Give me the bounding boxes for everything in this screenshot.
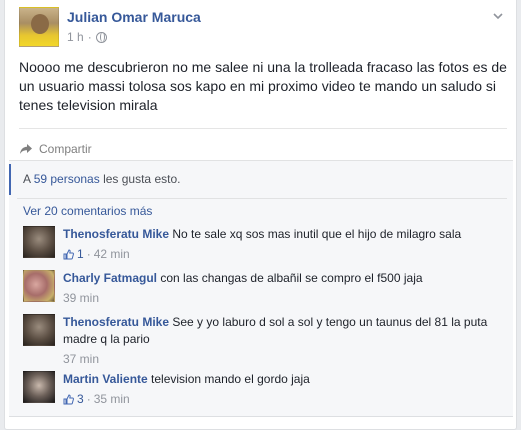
comment-meta: 1 · 42 min — [63, 246, 503, 263]
post-text: Noooo me descubrieron no me salee ni una… — [19, 59, 507, 113]
meta-dot: · — [86, 392, 91, 406]
comment-like-count[interactable]: 1 — [77, 246, 84, 263]
comment-body: Thenosferatu Mike See y yo laburo d sol … — [63, 314, 503, 368]
share-label: Compartir — [39, 142, 92, 156]
comment-text: television mando el gordo jaja — [151, 372, 310, 386]
comment-text: No te sale xq sos mas inutil que el hijo… — [172, 227, 462, 241]
comment-author[interactable]: Martin Valiente — [63, 372, 148, 386]
share-arrow-icon — [19, 143, 33, 155]
thumbs-up-icon[interactable] — [63, 249, 74, 260]
divider — [17, 198, 507, 199]
view-more-comments-link[interactable]: Ver 20 comentarios más — [23, 204, 152, 218]
author-avatar[interactable] — [19, 7, 59, 47]
post-timestamp[interactable]: 1 h — [67, 30, 84, 44]
comment-body: Martin Valiente television mando el gord… — [63, 371, 503, 408]
comment-body: Thenosferatu Mike No te sale xq sos mas … — [63, 226, 503, 263]
likes-prefix: A — [23, 172, 31, 186]
comment-timestamp[interactable]: 37 min — [63, 351, 99, 368]
globe-icon[interactable] — [95, 31, 107, 43]
post-card: Julian Omar Maruca 1 h · Noooo me descub… — [4, 0, 517, 430]
comment-text: con las changas de albañil se compro el … — [160, 271, 423, 285]
avatar[interactable] — [23, 270, 55, 302]
comment-body: Charly Fatmagul con las changas de albañ… — [63, 270, 503, 307]
comment-meta: 3 · 35 min — [63, 391, 503, 408]
comment-author[interactable]: Charly Fatmagul — [63, 271, 157, 285]
thumbs-up-icon[interactable] — [63, 394, 74, 405]
post-author-name[interactable]: Julian Omar Maruca — [67, 9, 201, 25]
comment-author[interactable]: Thenosferatu Mike — [63, 227, 169, 241]
comment-timestamp[interactable]: 39 min — [63, 290, 99, 307]
likes-summary: A 59 personas les gusta esto. — [9, 164, 513, 195]
comment-author[interactable]: Thenosferatu Mike — [63, 315, 169, 329]
action-bar: Compartir — [19, 128, 507, 156]
likes-count-link[interactable]: 59 personas — [34, 172, 100, 186]
comment-meta: 39 min — [63, 290, 503, 307]
post-meta: 1 h · — [67, 30, 107, 44]
comment-like-count[interactable]: 3 — [77, 391, 84, 408]
comment-meta: 37 min — [63, 351, 503, 368]
avatar[interactable] — [23, 314, 55, 346]
likes-suffix: les gusta esto. — [103, 172, 181, 186]
meta-dot: · — [87, 30, 92, 44]
avatar[interactable] — [23, 226, 55, 258]
comment-timestamp[interactable]: 35 min — [94, 391, 130, 408]
chevron-down-icon[interactable] — [492, 10, 504, 22]
feedback-area: A 59 personas les gusta esto. Ver 20 com… — [9, 160, 513, 416]
meta-dot: · — [86, 247, 91, 261]
avatar[interactable] — [23, 371, 55, 403]
share-button[interactable]: Compartir — [19, 142, 92, 156]
comment-timestamp[interactable]: 42 min — [94, 246, 130, 263]
card-bottom-border — [9, 416, 513, 417]
